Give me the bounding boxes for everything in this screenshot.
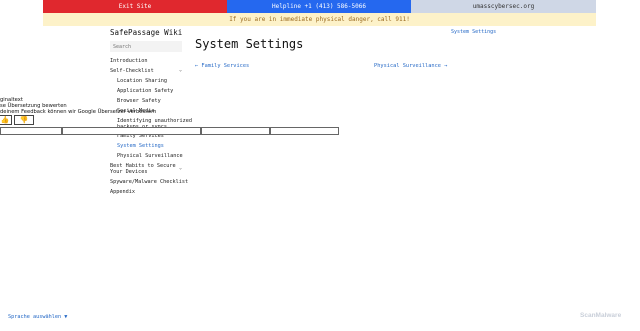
search-input[interactable] — [110, 41, 182, 52]
next-page-link[interactable]: Physical Surveillance → — [374, 63, 447, 69]
sidebar-item-system-settings[interactable]: System Settings — [117, 143, 164, 149]
translate-bar-segment — [62, 127, 201, 135]
sidebar-item-location-sharing[interactable]: Location Sharing — [117, 78, 167, 84]
translate-bar-segment — [0, 127, 62, 135]
translate-bar-segment — [201, 127, 270, 135]
scanmalware-watermark: ScanMalware — [580, 312, 622, 319]
exit-site-button[interactable]: Exit Site — [43, 0, 227, 13]
thumb-down-button[interactable]: 👎 — [14, 115, 34, 125]
sidebar-item-application-safety[interactable]: Application Safety — [117, 88, 173, 94]
chevron-down-icon[interactable]: ⌄ — [179, 165, 182, 171]
wiki-title[interactable]: SafePassage Wiki — [110, 28, 182, 37]
top-bar: Exit Site Helpline +1 (413) 586-5066 uma… — [43, 0, 596, 13]
sidebar-item-introduction[interactable]: Introduction — [110, 58, 147, 64]
site-link[interactable]: umasscybersec.org — [411, 0, 596, 13]
thumb-up-icon: 👍 — [0, 116, 10, 124]
language-select[interactable]: Sprache auswählen ▼ — [8, 314, 67, 320]
page-title: System Settings — [195, 37, 304, 51]
sidebar-item-physical-surveillance[interactable]: Physical Surveillance — [117, 153, 183, 159]
prev-page-link[interactable]: ← Family Services — [195, 63, 249, 69]
sidebar-item-spyware-checklist[interactable]: Spyware/Malware Checklist — [110, 179, 188, 185]
translate-bar-segment — [270, 127, 339, 135]
helpline-button[interactable]: Helpline +1 (413) 586-5066 — [227, 0, 411, 13]
thumb-up-button[interactable]: 👍 — [0, 115, 12, 125]
sidebar-item-browser-safety[interactable]: Browser Safety — [117, 98, 161, 104]
chevron-down-icon[interactable]: ⌄ — [179, 67, 182, 73]
breadcrumb[interactable]: System Settings — [451, 29, 496, 35]
danger-banner: If you are in immediate physical danger,… — [43, 13, 596, 26]
thumb-down-icon: 👎 — [19, 116, 29, 124]
sidebar-item-best-habits-cont[interactable]: Your Devices — [110, 169, 147, 175]
sidebar-item-appendix[interactable]: Appendix — [110, 189, 135, 195]
sidebar-item-self-checklist[interactable]: Self-Checklist — [110, 68, 154, 74]
